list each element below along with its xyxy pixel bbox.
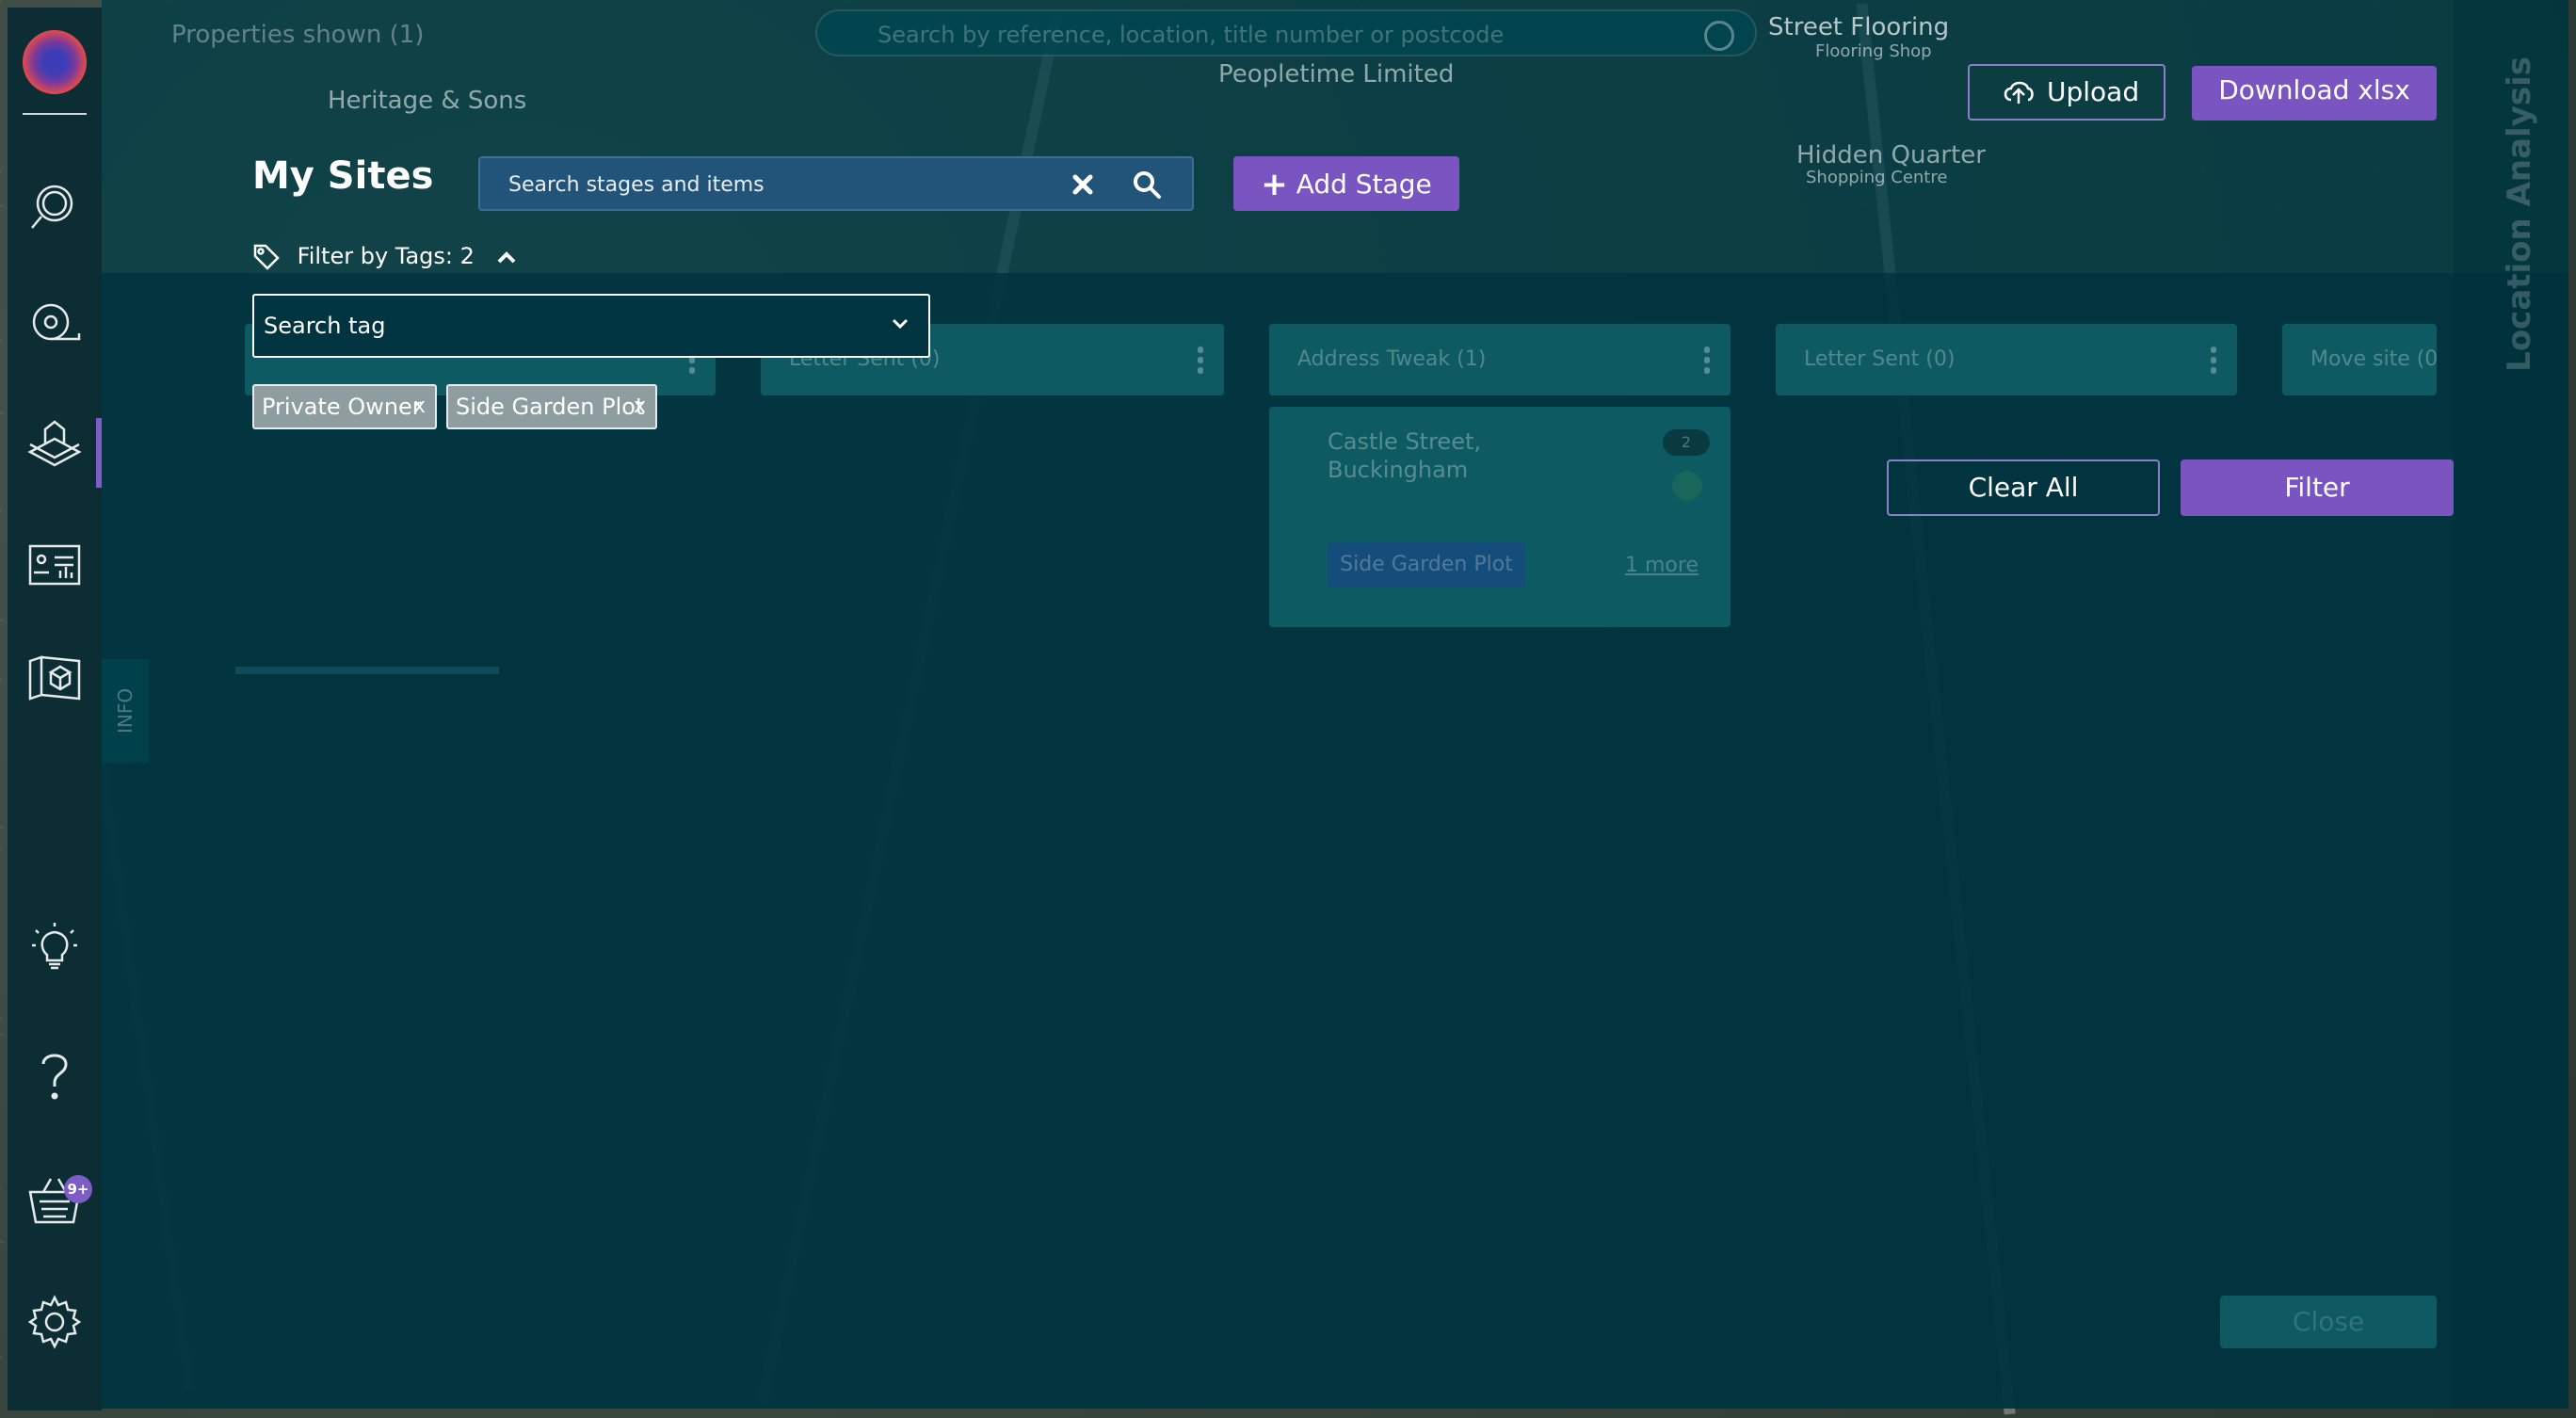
search-icon[interactable] <box>26 179 83 235</box>
tag-chip: Private Owner x <box>252 384 437 429</box>
more-tags-link[interactable]: 1 more <box>1625 554 1699 577</box>
sidebar: 9+ <box>8 8 102 1410</box>
help-icon[interactable] <box>26 1047 83 1104</box>
cloud-upload-icon <box>2004 81 2034 104</box>
stage-search-box <box>478 156 1194 211</box>
avatar <box>1672 471 1702 501</box>
upload-button[interactable]: Upload <box>1968 64 2165 121</box>
settings-icon[interactable] <box>26 1294 83 1350</box>
map-label: Flooring Shop <box>1815 41 1932 61</box>
clear-search-icon[interactable] <box>1070 171 1096 198</box>
map-label: Street Flooring <box>1768 13 1950 41</box>
download-xlsx-button[interactable]: Download xlsx <box>2192 66 2437 121</box>
add-stage-button[interactable]: + Add Stage <box>1233 156 1459 211</box>
page-title: My Sites <box>252 154 434 198</box>
search-icon[interactable] <box>1132 169 1162 200</box>
info-tab[interactable]: INFO <box>102 659 149 763</box>
clear-all-button[interactable]: Clear All <box>1887 459 2160 516</box>
add-stage-label: Add Stage <box>1296 169 1432 200</box>
column-menu-icon[interactable] <box>1704 345 1710 375</box>
tag-search-placeholder: Search tag <box>264 313 386 339</box>
chevron-up-icon <box>497 251 515 264</box>
report-icon[interactable] <box>26 537 83 593</box>
card-tag: Side Garden Plot <box>1328 542 1525 588</box>
stage-column-header[interactable]: Move site (0 <box>2282 324 2437 395</box>
map-label: Heritage & Sons <box>328 87 527 115</box>
map-search-input[interactable]: Search by reference, location, title num… <box>815 9 1757 56</box>
tag-chip-label: Side Garden Plot <box>456 394 645 420</box>
stage-name: Address Tweak (1) <box>1297 347 1487 371</box>
column-menu-icon[interactable] <box>2211 345 2216 375</box>
app-logo[interactable] <box>23 30 87 94</box>
basket-count-badge: 9+ <box>64 1175 92 1203</box>
close-button[interactable]: Close <box>2220 1296 2437 1348</box>
remove-tag-icon[interactable]: x <box>634 386 646 427</box>
active-indicator <box>96 418 102 488</box>
location-analysis-tab[interactable]: Location Analysis <box>2501 56 2538 372</box>
lightbulb-icon[interactable] <box>26 917 83 974</box>
filter-button[interactable]: Filter <box>2181 459 2454 516</box>
upload-label: Upload <box>2047 76 2140 107</box>
stage-column-header[interactable]: Address Tweak (1) <box>1269 324 1731 395</box>
count-badge: 2 <box>1663 429 1710 456</box>
stage-column-header[interactable]: Letter Sent (0) <box>1776 324 2237 395</box>
map-search-icon[interactable] <box>1704 21 1734 51</box>
board-scrollbar[interactable] <box>235 667 499 674</box>
stage-name: Letter Sent (0) <box>1804 347 1956 371</box>
filter-by-tags-label: Filter by Tags: 2 <box>297 243 475 269</box>
properties-shown-label: Properties shown (1) <box>171 21 425 49</box>
filter-by-tags-toggle[interactable]: Filter by Tags: 2 <box>252 243 527 271</box>
site-address: Castle Street, Buckingham <box>1328 428 1481 483</box>
map-label: Peopletime Limited <box>1218 60 1455 89</box>
remove-tag-icon[interactable]: x <box>413 386 426 427</box>
plus-icon: + <box>1261 166 1288 203</box>
site-card[interactable]: Castle Street, Buckingham 2 Side Garden … <box>1269 407 1731 627</box>
column-menu-icon[interactable] <box>1198 345 1203 375</box>
map-label: Hidden Quarter <box>1796 141 1986 169</box>
chevron-down-icon <box>892 318 909 330</box>
divider <box>23 113 87 115</box>
stage-search-input[interactable] <box>507 158 1038 211</box>
tag-search-select[interactable]: Search tag <box>252 294 930 358</box>
tag-chip: Side Garden Plot x <box>446 384 657 429</box>
measure-icon[interactable] <box>26 294 83 350</box>
sites-icon[interactable] <box>26 416 83 473</box>
tag-chip-label: Private Owner <box>262 394 422 420</box>
tag-icon <box>253 244 280 270</box>
map-label: Shopping Centre <box>1806 168 1948 187</box>
map-search-placeholder: Search by reference, location, title num… <box>877 22 1505 48</box>
stage-name: Move site (0 <box>2310 347 2437 371</box>
map-3d-icon[interactable] <box>26 648 83 704</box>
